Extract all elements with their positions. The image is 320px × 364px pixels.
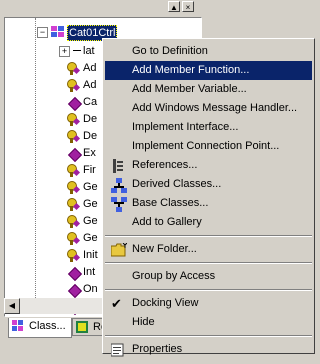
tree-item-label: Ad [83,62,97,74]
menu-item-derived-classes[interactable]: Derived Classes... [105,175,312,194]
menu-item-label: Add Member Variable... [132,83,247,95]
menu-item-label: Properties [132,343,183,355]
restore-button[interactable]: ▲ [168,1,180,12]
key-method-icon [67,249,81,262]
base-classes-icon [111,197,127,212]
menu-item-new-folder[interactable]: New Folder... [105,240,312,259]
menu-item-label: Group by Access [132,270,216,282]
menu-item-go-to-definition[interactable]: Go to Definition [105,42,312,61]
tree-item-label: Ad [83,79,97,91]
tree-item-label: On [83,283,98,295]
tree-item-label: De [83,113,98,125]
menu-separator [105,262,312,264]
panel-title-bar: ▲ × [0,0,206,14]
key-method-icon [67,198,81,211]
method-icon [67,96,83,112]
menu-item-label: Add Windows Message Handler... [132,102,298,114]
menu-item-label: Base Classes... [132,197,209,209]
tree-item-label: Ge [83,215,98,227]
tree-item-label: De [83,130,98,142]
key-method-icon [67,113,81,126]
key-method-icon [67,181,81,194]
tree-item-label: Ge [83,198,98,210]
derived-classes-icon [111,178,127,193]
key-method-icon [67,232,81,245]
class-icon [51,26,65,38]
menu-item-label: Implement Connection Point... [132,140,280,152]
key-method-icon [67,130,81,143]
menu-item-label: Add Member Function... [132,64,250,76]
key-method-icon [67,79,81,92]
expand-icon[interactable]: + [59,46,70,57]
menu-item-implement-interface[interactable]: Implement Interface... [105,118,312,137]
menu-item-label: Docking View [132,297,199,309]
tab-label: Class... [29,320,66,332]
menu-separator [105,289,312,291]
menu-item-add-member-variable[interactable]: Add Member Variable... [105,80,312,99]
interface-icon [73,50,81,51]
close-button[interactable]: × [182,1,194,12]
references-icon [111,159,125,173]
menu-item-group-by-access[interactable]: Group by Access [105,267,312,286]
menu-item-label: References... [132,159,198,171]
menu-item-properties[interactable]: Properties [105,340,312,359]
menu-item-add-member-function[interactable]: Add Member Function... [105,61,312,80]
menu-item-docking-view[interactable]: ✔ Docking View [105,294,312,313]
collapse-icon[interactable]: − [37,27,48,38]
menu-separator [105,335,312,337]
tree-item-label: Int [83,266,96,278]
tree-item-label: Ca [83,96,98,108]
method-icon [67,266,83,282]
check-icon: ✔ [111,296,122,311]
menu-item-implement-connection-point[interactable]: Implement Connection Point... [105,137,312,156]
method-icon [67,283,83,299]
classview-icon [12,320,24,332]
menu-item-add-to-gallery[interactable]: Add to Gallery [105,213,312,232]
tree-item-label: lat [83,45,95,57]
tree-guide-line [35,18,37,308]
resourceview-icon [76,321,88,333]
tab-class-view[interactable]: Class... [8,318,72,338]
key-method-icon [67,62,81,75]
scroll-left-icon[interactable]: ◀ [4,298,20,314]
context-menu: Go to Definition Add Member Function... Ad… [102,38,315,357]
menu-item-label: Implement Interface... [132,121,239,133]
menu-item-label: Go to Definition [132,45,208,57]
menu-item-label: Hide [132,316,155,328]
menu-item-references[interactable]: References... [105,156,312,175]
tree-item-label: Ge [83,232,98,244]
menu-item-add-windows-message-handler[interactable]: Add Windows Message Handler... [105,99,312,118]
tree-item-label: Fir [83,164,96,176]
key-method-icon [67,215,81,228]
tree-item-label: Ge [83,181,98,193]
menu-item-label: Derived Classes... [132,178,222,190]
method-icon [67,147,83,163]
menu-item-hide[interactable]: Hide [105,313,312,332]
tree-item-label: Ex [83,147,96,159]
menu-item-base-classes[interactable]: Base Classes... [105,194,312,213]
tree-item-label: Init [83,249,98,261]
menu-separator [105,235,312,237]
folder-icon [110,242,128,257]
properties-icon [110,343,125,357]
key-method-icon [67,164,81,177]
menu-item-label: New Folder... [132,243,197,255]
menu-item-label: Add to Gallery [132,216,202,228]
